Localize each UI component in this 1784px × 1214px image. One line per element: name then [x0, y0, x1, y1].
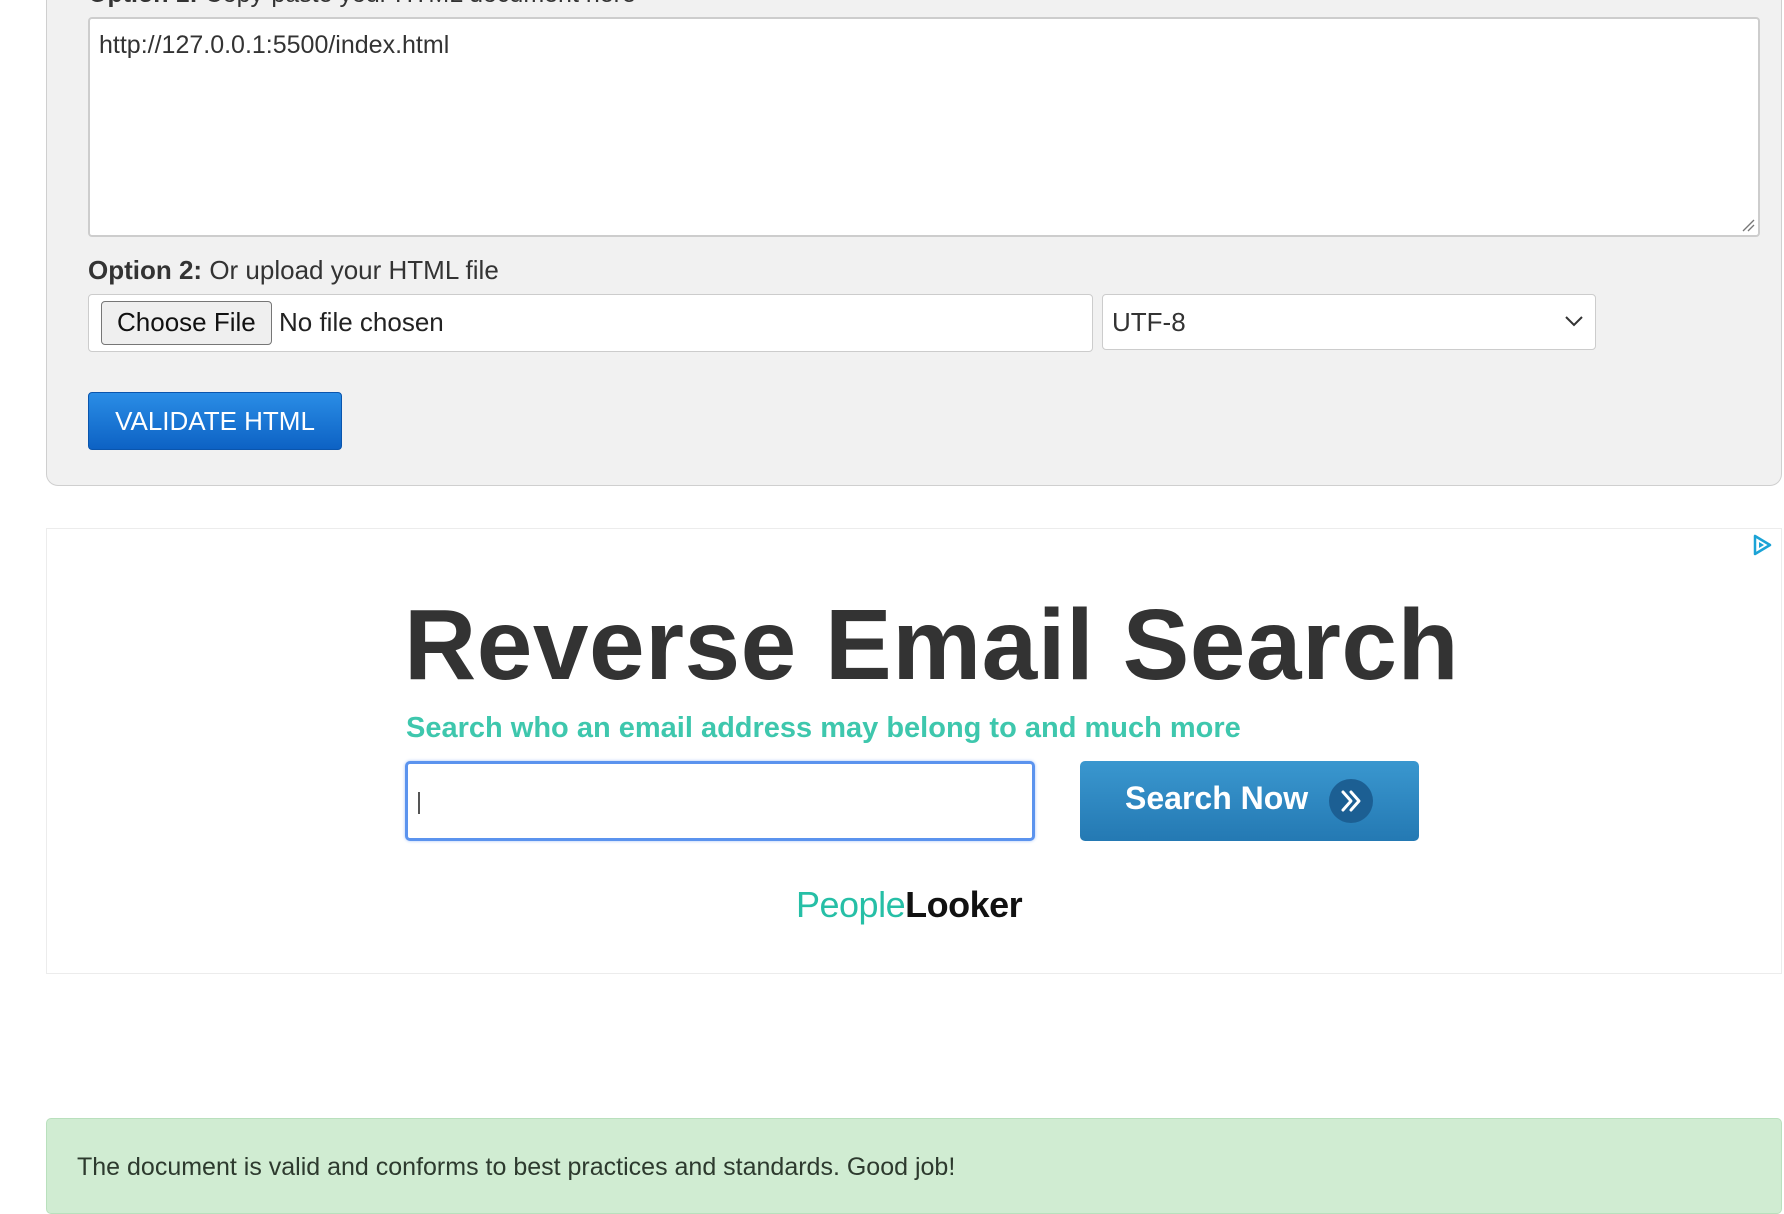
resize-grip-icon[interactable] — [1741, 218, 1755, 232]
textarea-value: http://127.0.0.1:5500/index.html — [99, 31, 450, 59]
no-file-chosen-text: No file chosen — [279, 307, 444, 337]
validation-success-alert: The document is valid and conforms to be… — [46, 1118, 1782, 1214]
validation-result-message: The document is valid and conforms to be… — [77, 1153, 956, 1181]
validate-html-button[interactable]: VALIDATE HTML — [88, 392, 342, 450]
logo-part-looker: Looker — [905, 884, 1023, 925]
search-now-label: Search Now — [1125, 780, 1309, 816]
encoding-selected-value: UTF-8 — [1112, 307, 1186, 337]
logo-part-people: People — [796, 884, 906, 925]
peoplelooker-logo[interactable]: PeopleLooker — [796, 884, 1023, 926]
search-now-button[interactable]: Search Now — [1080, 761, 1419, 841]
ad-title: Reverse Email Search — [404, 589, 1460, 701]
option2-label-text: Or upload your HTML file — [202, 255, 499, 285]
option1-label-text: Copy-paste your HTML document here — [198, 0, 636, 8]
encoding-select[interactable]: UTF-8 — [1102, 294, 1596, 350]
email-search-input[interactable] — [405, 761, 1035, 841]
option2-label-bold: Option 2: — [88, 255, 203, 285]
option2-label: Option 2: Or upload your HTML file — [88, 255, 499, 286]
option1-label: Option 1: Copy-paste your HTML document … — [88, 0, 636, 9]
file-upload-input[interactable]: Choose File No file chosen — [88, 294, 1093, 352]
double-chevron-right-icon — [1329, 779, 1373, 823]
choose-file-button[interactable]: Choose File — [101, 301, 272, 345]
text-caret — [418, 792, 420, 814]
chevron-down-icon — [1565, 316, 1583, 327]
html-source-textarea[interactable]: http://127.0.0.1:5500/index.html — [88, 17, 1760, 237]
page: Option 1: Copy-paste your HTML document … — [0, 0, 1784, 1214]
option1-label-bold: Option 1: — [88, 0, 198, 8]
ad-choices-icon[interactable] — [1750, 533, 1774, 557]
ad-subtitle: Search who an email address may belong t… — [406, 712, 1241, 744]
